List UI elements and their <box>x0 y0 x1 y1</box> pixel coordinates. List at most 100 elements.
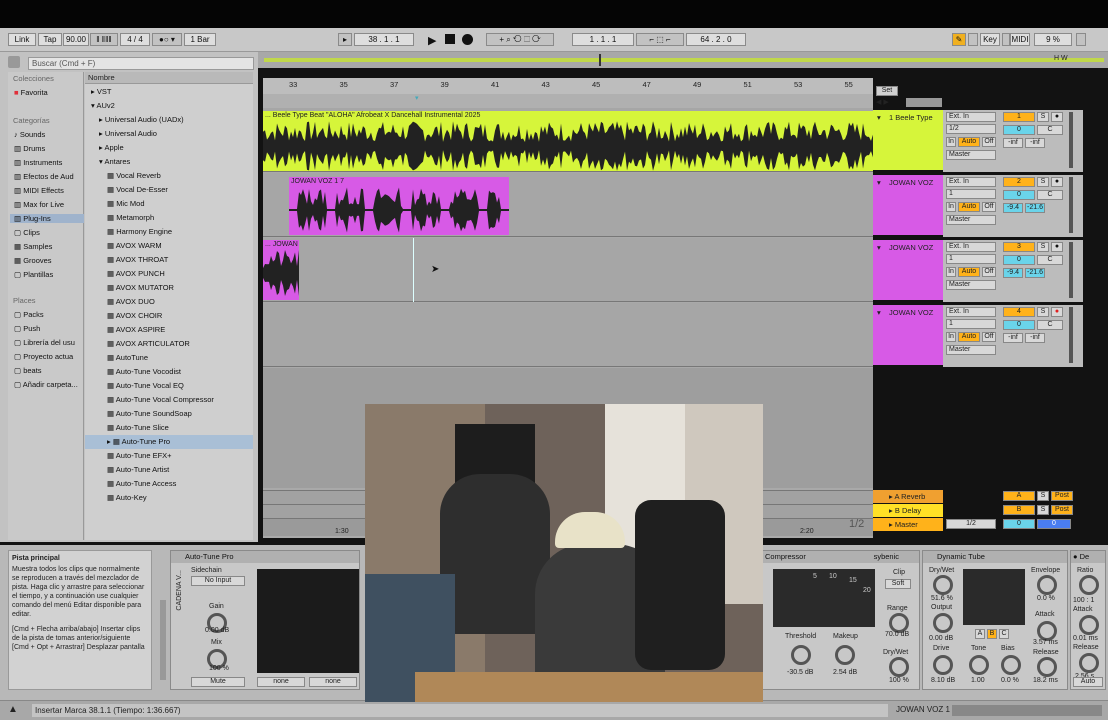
track-header[interactable]: ▾ JOWAN VOZ <box>873 240 943 300</box>
locator-nav-icons[interactable]: ◀ ▶ <box>876 98 889 106</box>
loop-length-field[interactable]: 64 . 2 . 0 <box>686 33 746 46</box>
quantize-menu[interactable]: 1 Bar <box>184 33 216 46</box>
sidebar-item-category[interactable]: ▥ MIDI Effects <box>10 186 84 195</box>
pan-field[interactable]: C <box>1037 125 1063 135</box>
pan-field[interactable]: C <box>1037 320 1063 330</box>
sidebar-item-place[interactable]: ▢ Librería del usu <box>14 338 75 347</box>
track-activator[interactable]: 4 <box>1003 307 1035 317</box>
volume-field[interactable]: 0 <box>1003 320 1035 330</box>
auto-button[interactable]: Auto <box>1073 677 1103 687</box>
view-switcher[interactable] <box>952 705 1102 716</box>
plugin-item[interactable]: ▦ AVOX THROAT <box>85 253 253 267</box>
monitor-off-button[interactable]: Off <box>982 267 996 277</box>
input-type-select[interactable]: Ext. In <box>946 307 996 317</box>
plugin-item[interactable]: ▦ Auto-Tune Vocal EQ <box>85 379 253 393</box>
return-a-post[interactable]: Post <box>1051 491 1073 501</box>
return-b-post[interactable]: Post <box>1051 505 1073 515</box>
record-options[interactable]: + ⌕ ⟲ ⬚ ⟳ <box>486 33 554 46</box>
release-knob[interactable] <box>1079 653 1099 673</box>
track-lane-2[interactable]: JOWAN VOZ 1 7 <box>263 173 873 237</box>
loop-marker-icon[interactable]: ▾ <box>415 94 419 102</box>
plugin-item[interactable]: ▦ Vocal De-Esser <box>85 183 253 197</box>
mute-button[interactable]: Mute <box>191 677 245 687</box>
envelope-knob[interactable] <box>1037 575 1057 595</box>
draw-mode-button[interactable]: ✎ <box>952 33 966 46</box>
midi-map-button[interactable]: MIDI <box>1010 33 1030 46</box>
tube-release-knob[interactable] <box>1037 657 1057 677</box>
sidebar-item-category[interactable]: ♪ Sounds <box>10 130 84 139</box>
plugin-item[interactable]: ▸ ▦ Auto-Tune Pro <box>85 435 253 449</box>
browser-search-input[interactable]: Buscar (Cmd + F) <box>28 57 254 70</box>
beat-ruler[interactable]: 33 35 37 39 41 43 45 47 49 51 53 55 <box>263 78 873 94</box>
arrangement-position-field[interactable]: 38 . 1 . 1 <box>354 33 414 46</box>
plugin-display[interactable] <box>257 569 359 673</box>
track-lane-3[interactable]: ... JOWAN ➤ <box>263 238 873 302</box>
device-title[interactable]: Auto-Tune Pro <box>171 551 359 563</box>
range-knob[interactable] <box>889 613 909 633</box>
stop-button[interactable] <box>445 34 455 44</box>
volume-field[interactable]: 0 <box>1003 125 1035 135</box>
return-track-a[interactable]: ▸ A Reverb <box>873 490 943 503</box>
master-volume[interactable]: 0 <box>1003 519 1035 529</box>
tempo-field[interactable]: 90.00 <box>63 33 89 46</box>
clip-jowan[interactable]: ... JOWAN <box>263 240 299 300</box>
volume-field[interactable]: 0 <box>1003 190 1035 200</box>
track-lane-4[interactable] <box>263 303 873 367</box>
arm-button[interactable]: ● <box>1051 177 1063 187</box>
input-channel-select[interactable]: 1/2 <box>946 124 996 134</box>
sidebar-item-category[interactable]: ▥ Instruments <box>10 158 84 167</box>
route-select-2[interactable]: none <box>309 677 357 687</box>
locator-ruler[interactable]: ▾ <box>263 94 873 108</box>
arm-button[interactable]: ● <box>1051 112 1063 122</box>
tube-c-button[interactable]: C <box>999 629 1009 639</box>
sidebar-item-category[interactable]: ▦ Grooves <box>10 256 84 265</box>
sidebar-item-category[interactable]: ▥ Drums <box>10 144 84 153</box>
monitor-in-button[interactable]: In <box>946 137 956 147</box>
bias-knob[interactable] <box>1001 655 1021 675</box>
master-track[interactable]: ▸ Master <box>873 518 943 531</box>
sidebar-item-place[interactable]: ▢ Push <box>14 324 40 333</box>
browser-toggle-icon[interactable] <box>8 56 20 68</box>
metronome-button[interactable]: ●○ ▾ <box>152 33 182 46</box>
return-b-solo[interactable]: S <box>1037 505 1049 515</box>
sidebar-item-place[interactable]: ▢ Packs <box>14 310 44 319</box>
output-select[interactable]: Master <box>946 150 996 160</box>
track-header[interactable]: ▾ JOWAN VOZ <box>873 175 943 235</box>
pan-field[interactable]: C <box>1037 190 1063 200</box>
tone-knob[interactable] <box>969 655 989 675</box>
monitor-off-button[interactable]: Off <box>982 137 996 147</box>
column-header-name[interactable]: Nombre <box>85 72 253 84</box>
device-title[interactable]: Dynamic Tube <box>923 551 1067 563</box>
attack-knob[interactable] <box>1079 615 1099 635</box>
record-button[interactable] <box>462 34 473 45</box>
folder-item[interactable]: ▾ AUv2 <box>91 99 115 113</box>
solo-button[interactable]: S <box>1037 177 1049 187</box>
threshold-knob[interactable] <box>791 645 811 665</box>
set-locator-button[interactable]: Set <box>876 86 898 96</box>
link-button[interactable]: Link <box>8 33 36 46</box>
input-channel-select[interactable]: 1 <box>946 319 996 329</box>
plugin-item[interactable]: ▦ AVOX ASPIRE <box>85 323 253 337</box>
folder-item[interactable]: ▸ Universal Audio (UADx) <box>99 113 184 127</box>
plugin-item[interactable]: ▦ Harmony Engine <box>85 225 253 239</box>
monitor-in-button[interactable]: In <box>946 267 956 277</box>
solo-button[interactable]: S <box>1037 307 1049 317</box>
folder-item[interactable]: ▸ Apple <box>99 141 124 155</box>
solo-button[interactable]: S <box>1037 242 1049 252</box>
folder-item[interactable]: ▸ Universal Audio <box>99 127 157 141</box>
nudge-buttons[interactable]: ‖ ‖‖‖ <box>90 33 118 46</box>
output-select[interactable]: Master <box>946 215 996 225</box>
ratio-knob[interactable] <box>1079 575 1099 595</box>
plugin-item[interactable]: ▦ AutoTune <box>85 351 253 365</box>
clip-jowan-voz-17[interactable]: JOWAN VOZ 1 7 <box>289 177 509 235</box>
sidebar-item-category[interactable]: ▥ Plug-Ins <box>10 214 84 223</box>
output-knob[interactable] <box>933 613 953 633</box>
track-lane-1[interactable]: ... Beele Type Beat "ALOHA" Afrobeat X D… <box>263 108 873 172</box>
output-select[interactable]: Master <box>946 345 996 355</box>
folder-item[interactable]: ▾ Antares <box>99 155 130 169</box>
monitor-auto-button[interactable]: Auto <box>958 202 980 212</box>
follow-button[interactable]: ▸ <box>338 33 352 46</box>
track-activator[interactable]: 3 <box>1003 242 1035 252</box>
monitor-in-button[interactable]: In <box>946 202 956 212</box>
monitor-off-button[interactable]: Off <box>982 332 996 342</box>
